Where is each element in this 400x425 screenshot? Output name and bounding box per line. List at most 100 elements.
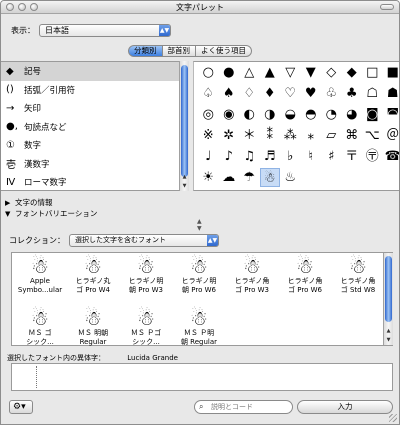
glyph-cell[interactable]: ♬	[260, 147, 281, 166]
category-label: 数字	[24, 141, 42, 152]
font-name-line2: ゴ Pro W6	[288, 286, 322, 294]
resize-grip-icon[interactable]	[389, 414, 397, 422]
glyph-cell[interactable]: ♦	[260, 84, 281, 103]
tab-0[interactable]: 分類別	[128, 45, 163, 57]
scroll-up-arrow-icon[interactable]: ▲	[384, 327, 393, 336]
font-variant-item[interactable]: ☃ ＭＳ ゴシック...	[14, 307, 66, 347]
category-item[interactable]: ◆ 記号	[1, 62, 179, 81]
glyph-cell[interactable]: ☎	[383, 147, 399, 166]
glyph-cell[interactable]: ◚	[383, 105, 399, 124]
font-variant-item[interactable]: ☃ ヒラギノ明朝 Pro W6	[173, 255, 225, 295]
tab-1[interactable]: 部首別	[161, 45, 196, 57]
font-variation-disclosure[interactable]: ▼ フォントバリエーション	[5, 208, 97, 219]
glyph-cell[interactable]: ▲	[260, 63, 281, 82]
font-variant-item[interactable]: ☃ ヒラギノ明朝 Pro W3	[120, 255, 172, 295]
title-bar[interactable]: 文字パレット	[1, 1, 399, 14]
snowman-glyph: ☃	[190, 306, 208, 330]
glyph-cell[interactable]: ◒	[280, 105, 301, 124]
glyph-cell[interactable]: □	[362, 63, 383, 82]
tab-2[interactable]: よく使う項目	[195, 45, 252, 57]
category-scroll-thumb[interactable]	[181, 65, 188, 177]
scroll-up-arrow-icon[interactable]: ▲	[180, 173, 189, 182]
glyph-cell[interactable]: ♭	[280, 147, 301, 166]
font-name-line2: ゴ Pro W3	[235, 286, 269, 294]
glyph-cell[interactable]: ◓	[301, 105, 322, 124]
show-popup[interactable]: 日本語 ▲▼	[39, 23, 171, 37]
category-scrollbar[interactable]: ▲ ▼	[179, 61, 189, 191]
category-item[interactable]: 壱漢数字	[1, 155, 179, 174]
glyph-cell[interactable]: ♮	[301, 147, 322, 166]
scroll-down-arrow-icon[interactable]: ▼	[384, 336, 393, 345]
glyph-cell[interactable]: △	[239, 63, 260, 82]
font-variant-item[interactable]: ☃ ヒラギノ角ゴ Pro W6	[279, 255, 331, 295]
glyph-cell[interactable]: ◐	[239, 105, 260, 124]
glyph-cell[interactable]: ◑	[260, 105, 281, 124]
glyph-cell[interactable]: ♩	[198, 147, 219, 166]
glyph-cell[interactable]: ⌥	[362, 126, 383, 145]
glyph-cell[interactable]: ♧	[321, 84, 342, 103]
collection-label: コレクション：	[9, 236, 65, 245]
search-field[interactable]: ⌕ 説明とコード	[194, 400, 293, 414]
category-item[interactable]: ① 数字	[1, 136, 179, 155]
glyph-cell[interactable]: ♡	[280, 84, 301, 103]
glyph-cell[interactable]: ♯	[321, 147, 342, 166]
collection-popup[interactable]: 選択した文字を含むフォント ▲▼	[69, 234, 219, 247]
glyph-cell[interactable]: ●	[219, 63, 240, 82]
glyph-cell[interactable]: ♢	[239, 84, 260, 103]
scroll-down-arrow-icon[interactable]: ▼	[180, 182, 189, 191]
glyph-cell[interactable]: ※	[198, 126, 219, 145]
glyph-cell[interactable]: ♥	[301, 84, 322, 103]
glyph-cell[interactable]: ♫	[239, 147, 260, 166]
glyph-cell[interactable]: ♪	[219, 147, 240, 166]
glyph-cell[interactable]: ⁂	[280, 126, 301, 145]
font-variant-item[interactable]: ☃ ヒラギノ角ゴ Pro W3	[226, 255, 278, 295]
glyph-cell[interactable]: ＠	[383, 126, 399, 145]
glyph-cell[interactable]: 〒	[342, 147, 363, 166]
glyph-cell[interactable]: ◔	[321, 105, 342, 124]
glyph-cell[interactable]: ☀	[198, 168, 219, 187]
glyph-cell[interactable]: ＊	[239, 126, 260, 145]
glyph-cell[interactable]: ⌘	[342, 126, 363, 145]
font-variant-item[interactable]: ☃ ＭＳ Ｐ明朝 Regular	[173, 307, 225, 347]
glyph-cell[interactable]: ◉	[219, 105, 240, 124]
glyph-cell[interactable]: ▽	[280, 63, 301, 82]
insert-button[interactable]: 入力	[297, 400, 393, 414]
glyph-cell[interactable]: ☃	[259, 168, 280, 187]
glyph-cell[interactable]: ⁎	[301, 126, 322, 145]
glyph-cell[interactable]: ◇	[321, 63, 342, 82]
glyph-cell[interactable]: ☖	[362, 84, 383, 103]
toolbar-toggle-button[interactable]	[380, 4, 394, 10]
category-item[interactable]: ●, 句読点など	[1, 118, 179, 137]
font-variant-item[interactable]: ☃ ヒラギノ角ゴ Std W8	[332, 255, 384, 295]
glyph-cell[interactable]: ♤	[198, 84, 219, 103]
font-variant-scrollbar[interactable]: ▲ ▼	[383, 253, 393, 345]
glyph-cell[interactable]: ☂	[239, 168, 260, 187]
glyph-cell[interactable]: ○	[198, 63, 219, 82]
category-item[interactable]: → 矢印	[1, 99, 179, 118]
glyph-cell[interactable]: ⁑	[260, 126, 281, 145]
glyph-cell[interactable]: ▼	[301, 63, 322, 82]
split-handle-icon[interactable]: ▲ ▼	[197, 218, 202, 232]
glyph-cell[interactable]: ■	[383, 63, 400, 82]
font-variant-item[interactable]: ☃ ヒラギノ丸ゴ Pro W4	[67, 255, 119, 295]
glyph-cell[interactable]: ♣	[342, 84, 363, 103]
action-menu-button[interactable]: ⚙▾	[9, 400, 33, 414]
glyph-cell[interactable]: ◎	[198, 105, 219, 124]
glyph-cell[interactable]: ♨	[280, 168, 301, 187]
glyph-cell[interactable]: ☗	[383, 84, 400, 103]
glyph-cell[interactable]: ✲	[219, 126, 240, 145]
char-info-disclosure[interactable]: ▶ 文字の情報	[5, 197, 53, 208]
glyph-cell[interactable]: ▱	[321, 126, 342, 145]
glyph-cell[interactable]: ◆	[342, 63, 363, 82]
font-variant-item[interactable]: ☃ ＭＳ Ｐゴ シック...	[120, 307, 172, 347]
glyph-cell[interactable]: ♠	[219, 84, 240, 103]
font-variant-item[interactable]: ☃ ＭＳ 明朝 Regular	[67, 307, 119, 347]
font-variant-scroll-thumb[interactable]	[385, 256, 392, 322]
category-item[interactable]: () 括弧／引用符	[1, 81, 179, 100]
glyph-cell[interactable]: ☁	[219, 168, 240, 187]
glyph-cell[interactable]: ◕	[342, 105, 363, 124]
glyph-cell[interactable]: ◙	[362, 105, 383, 124]
category-item[interactable]: Ⅳ ローマ数字	[1, 173, 179, 192]
glyph-cell[interactable]: 〶	[362, 147, 383, 166]
font-variant-item[interactable]: ☃ Apple Symbo...ular	[14, 255, 66, 295]
